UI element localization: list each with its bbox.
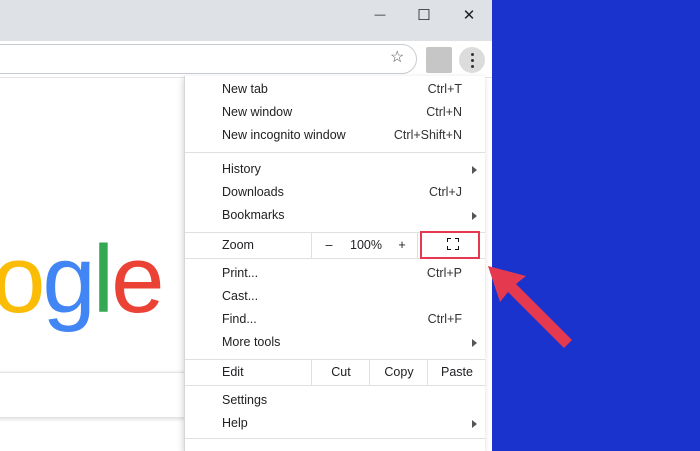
menu-item-find[interactable]: Find... Ctrl+F	[185, 308, 485, 331]
minimize-icon: —	[374, 9, 386, 21]
minimize-button[interactable]: —	[357, 0, 403, 30]
zoom-out-button[interactable]: –	[311, 233, 346, 258]
logo-letter: o	[0, 226, 45, 333]
extension-icon[interactable]	[426, 47, 452, 73]
title-bar: — ☐ ✕	[0, 0, 492, 41]
dot-icon	[470, 52, 474, 56]
menu-item-shortcut: Ctrl+N	[426, 105, 462, 119]
menu-item-help[interactable]: Help	[185, 412, 485, 435]
menu-item-label: Settings	[222, 393, 268, 407]
maximize-icon: ☐	[417, 7, 431, 24]
submenu-arrow-icon	[472, 339, 477, 347]
submenu-arrow-icon	[472, 166, 477, 174]
menu-divider	[185, 438, 485, 439]
dot-icon	[470, 58, 474, 62]
annotation-arrow-icon	[488, 266, 572, 348]
edit-label: Edit	[222, 365, 244, 379]
browser-window: — ☐ ✕ ☆ ogle New tab Ctrl+T New window C…	[0, 0, 492, 451]
menu-item-shortcut: Ctrl+F	[427, 312, 462, 326]
menu-item-shortcut: Ctrl+T	[427, 82, 462, 96]
close-icon: ✕	[462, 7, 476, 24]
highlight-box	[420, 231, 480, 259]
menu-item-new-window[interactable]: New window Ctrl+N	[185, 101, 485, 124]
toolbar: ☆	[0, 41, 492, 78]
menu-item-label: New incognito window	[222, 128, 346, 142]
menu-item-new-incognito[interactable]: New incognito window Ctrl+Shift+N	[185, 124, 485, 147]
dot-icon	[470, 64, 474, 68]
menu-item-label: Print...	[222, 266, 259, 280]
menu-item-history[interactable]: History	[185, 158, 485, 181]
submenu-arrow-icon	[472, 420, 477, 428]
menu-item-cast[interactable]: Cast...	[185, 285, 485, 308]
zoom-in-button[interactable]: +	[387, 233, 417, 258]
paste-button[interactable]: Paste	[427, 360, 486, 385]
search-box[interactable]	[0, 372, 185, 418]
menu-item-label: Help	[222, 416, 248, 430]
menu-item-label: New tab	[222, 82, 268, 96]
menu-item-settings[interactable]: Settings	[185, 389, 485, 412]
menu-item-label: History	[222, 162, 261, 176]
menu-item-label: Find...	[222, 312, 257, 326]
close-window-button[interactable]: ✕	[446, 0, 492, 30]
logo-letter: l	[92, 226, 114, 333]
address-bar[interactable]	[0, 44, 417, 74]
chrome-menu: New tab Ctrl+T New window Ctrl+N New inc…	[184, 76, 485, 451]
menu-button[interactable]	[459, 47, 485, 73]
menu-item-label: Bookmarks	[222, 208, 285, 222]
menu-item-downloads[interactable]: Downloads Ctrl+J	[185, 181, 485, 204]
logo-letter: g	[42, 226, 95, 333]
menu-item-print[interactable]: Print... Ctrl+P	[185, 262, 485, 285]
menu-divider	[185, 152, 485, 153]
submenu-arrow-icon	[472, 212, 477, 220]
background-panel	[492, 0, 700, 451]
menu-item-label: New window	[222, 105, 293, 119]
menu-item-label: Cast...	[222, 289, 259, 303]
edit-row: Edit Cut Copy Paste	[185, 360, 485, 385]
maximize-button[interactable]: ☐	[401, 0, 447, 30]
menu-item-bookmarks[interactable]: Bookmarks	[185, 204, 485, 227]
menu-item-label: Downloads	[222, 185, 284, 199]
menu-item-shortcut: Ctrl+J	[429, 185, 462, 199]
menu-item-label: More tools	[222, 335, 281, 349]
menu-divider	[185, 385, 485, 386]
zoom-label: Zoom	[222, 238, 254, 252]
zoom-level: 100%	[350, 238, 382, 252]
menu-item-shortcut: Ctrl+Shift+N	[393, 128, 462, 142]
menu-item-new-tab[interactable]: New tab Ctrl+T	[185, 78, 485, 101]
cut-button[interactable]: Cut	[311, 360, 370, 385]
menu-item-more-tools[interactable]: More tools	[185, 331, 485, 354]
google-logo: ogle	[0, 232, 165, 328]
bookmark-star-icon[interactable]: ☆	[390, 49, 404, 67]
logo-letter: e	[111, 226, 164, 333]
menu-item-shortcut: Ctrl+P	[426, 266, 462, 280]
copy-button[interactable]: Copy	[369, 360, 428, 385]
